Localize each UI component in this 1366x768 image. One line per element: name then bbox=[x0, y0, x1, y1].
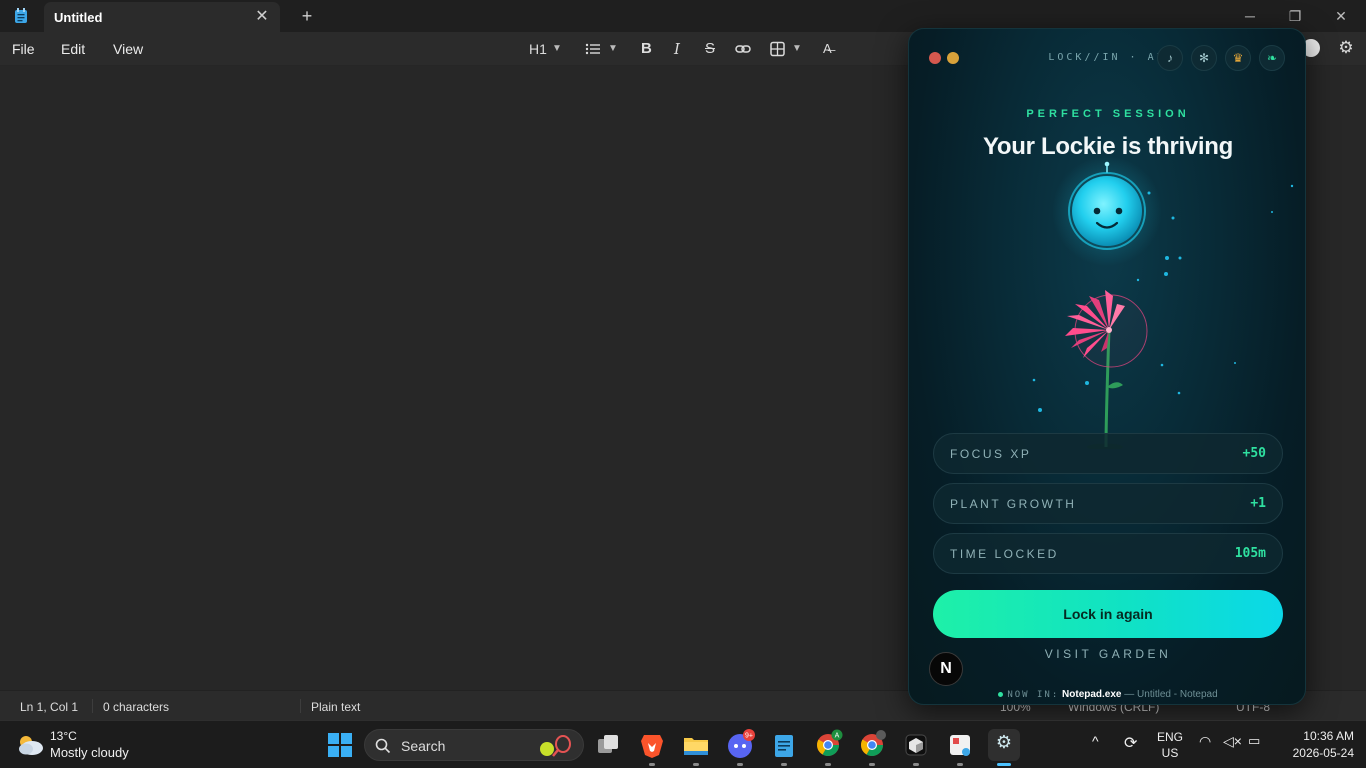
flower-plant[interactable] bbox=[1065, 290, 1148, 449]
tab-untitled[interactable]: Untitled ✕ bbox=[44, 2, 280, 32]
chevron-down-icon[interactable]: ▼ bbox=[552, 40, 562, 58]
trophy-icon[interactable]: ♛ bbox=[1225, 45, 1251, 71]
lockin-taskbar-button[interactable]: ⚙ bbox=[988, 729, 1020, 761]
link-icon[interactable] bbox=[735, 40, 751, 58]
close-dot[interactable] bbox=[929, 52, 941, 64]
stat-focus-xp: FOCUS XP +50 bbox=[933, 433, 1283, 474]
clock-time[interactable]: 10:36 AM bbox=[1284, 729, 1354, 743]
italic-icon[interactable]: I bbox=[674, 40, 680, 58]
running-indicator bbox=[693, 763, 699, 766]
orb-antenna-tip bbox=[1104, 161, 1110, 167]
leaf-icon[interactable]: ❧ bbox=[1259, 45, 1285, 71]
lockie-mascot[interactable] bbox=[1072, 176, 1142, 246]
language-region[interactable]: US bbox=[1150, 746, 1190, 760]
cursor-position: Ln 1, Col 1 bbox=[20, 700, 79, 714]
active-window-title: — Untitled - Notepad bbox=[1124, 689, 1218, 700]
file-explorer-icon[interactable] bbox=[680, 729, 712, 761]
stat-label: TIME LOCKED bbox=[950, 547, 1059, 561]
gear-icon[interactable]: ⚙ bbox=[1336, 38, 1356, 58]
notepad-taskbar-icon[interactable] bbox=[768, 729, 800, 761]
active-app-footer: NOW IN: Notepad.exe — Untitled - Notepad bbox=[909, 689, 1305, 700]
session-status: PERFECT SESSION bbox=[1026, 108, 1190, 120]
search-icon bbox=[375, 738, 391, 754]
chevron-down-icon[interactable]: ▼ bbox=[792, 40, 802, 58]
stat-time-locked: TIME LOCKED 105m bbox=[933, 533, 1283, 574]
running-indicator bbox=[825, 763, 831, 766]
task-view-icon[interactable] bbox=[592, 729, 624, 761]
lockie-right-eye bbox=[1115, 207, 1123, 215]
minimize-icon[interactable]: ─ bbox=[1240, 6, 1260, 26]
menu-edit[interactable]: Edit bbox=[61, 41, 85, 57]
spellcheck-icon[interactable]: A̶ bbox=[823, 40, 832, 58]
close-tab-icon[interactable]: ✕ bbox=[252, 7, 272, 27]
tennis-racket-icon bbox=[540, 735, 571, 757]
notepad-app-icon bbox=[15, 8, 27, 23]
running-indicator bbox=[957, 763, 963, 766]
taskbar: 13°C Mostly cloudy Search 9+ A ⚙ ^ ⟳ ENG… bbox=[0, 720, 1366, 768]
text-format[interactable]: Plain text bbox=[311, 700, 360, 714]
windows-start-icon[interactable] bbox=[324, 729, 356, 761]
running-indicator bbox=[781, 763, 787, 766]
running-indicator bbox=[649, 763, 655, 766]
battery-icon[interactable]: ▭ bbox=[1248, 733, 1260, 749]
stat-value: +50 bbox=[1242, 446, 1266, 461]
stat-plant-growth: PLANT GROWTH +1 bbox=[933, 483, 1283, 524]
now-in-label: NOW IN: bbox=[1007, 690, 1060, 700]
chevron-up-icon[interactable]: ^ bbox=[1092, 733, 1099, 749]
chrome-profile-icon[interactable] bbox=[856, 729, 888, 761]
next-badge-icon[interactable]: N bbox=[929, 652, 963, 686]
list-icon[interactable] bbox=[585, 40, 601, 58]
status-divider bbox=[300, 699, 301, 713]
status-divider bbox=[92, 699, 93, 713]
lockin-app-icon: ⚙ bbox=[995, 732, 1013, 752]
cloud-icon[interactable] bbox=[16, 734, 44, 756]
stat-value: +1 bbox=[1250, 496, 1266, 511]
running-indicator bbox=[737, 763, 743, 766]
menu-file[interactable]: File bbox=[12, 41, 35, 57]
window-close-icon[interactable]: ✕ bbox=[1331, 6, 1351, 26]
lock-in-again-button[interactable]: Lock in again bbox=[933, 590, 1283, 638]
table-icon[interactable] bbox=[770, 40, 785, 58]
snipping-tool-icon[interactable] bbox=[944, 729, 976, 761]
stat-value: 105m bbox=[1234, 546, 1266, 561]
discord-icon[interactable]: 9+ bbox=[724, 729, 756, 761]
speaker-muted-icon[interactable]: ◁× bbox=[1223, 733, 1242, 750]
clock-date[interactable]: 2026-05-24 bbox=[1284, 746, 1354, 760]
running-indicator bbox=[913, 763, 919, 766]
restore-icon[interactable]: ❐ bbox=[1285, 6, 1305, 26]
strikethrough-icon[interactable]: S bbox=[705, 40, 715, 58]
lockin-widget: LOCK//IN · AI ♪ ✻ ♛ ❧ PERFECT SESSION Yo… bbox=[908, 28, 1306, 705]
weather-condition[interactable]: Mostly cloudy bbox=[50, 745, 129, 760]
search-placeholder: Search bbox=[401, 738, 446, 754]
cube-app-icon[interactable] bbox=[900, 729, 932, 761]
new-tab-button[interactable]: + bbox=[296, 6, 318, 28]
brave-browser-icon[interactable] bbox=[636, 729, 668, 761]
running-indicator bbox=[869, 763, 875, 766]
gear-icon[interactable]: ✻ bbox=[1191, 45, 1217, 71]
wifi-icon[interactable]: ◠ bbox=[1199, 733, 1211, 750]
menu-view[interactable]: View bbox=[113, 41, 143, 57]
chrome-profile-badge: A bbox=[835, 733, 840, 740]
character-count: 0 characters bbox=[103, 700, 170, 714]
sync-icon[interactable]: ⟳ bbox=[1124, 733, 1137, 753]
stat-label: PLANT GROWTH bbox=[950, 497, 1077, 511]
lockie-left-eye bbox=[1093, 207, 1101, 215]
stat-label: FOCUS XP bbox=[950, 447, 1032, 461]
visit-garden-link[interactable]: VISIT GARDEN bbox=[909, 647, 1305, 661]
minimize-dot[interactable] bbox=[947, 52, 959, 64]
chrome-icon[interactable]: A bbox=[812, 729, 844, 761]
active-app-name: Notepad.exe bbox=[1062, 689, 1122, 700]
live-dot-icon bbox=[998, 691, 1004, 697]
discord-badge: 9+ bbox=[745, 733, 753, 740]
speaker-icon[interactable]: ♪ bbox=[1157, 45, 1183, 71]
search-input[interactable]: Search bbox=[364, 729, 584, 761]
chevron-down-icon[interactable]: ▼ bbox=[608, 40, 618, 58]
heading-dropdown[interactable]: H1 bbox=[529, 40, 547, 58]
active-app-indicator bbox=[997, 763, 1011, 766]
weather-temp[interactable]: 13°C bbox=[50, 729, 77, 743]
garden-scene bbox=[1032, 156, 1294, 449]
language-indicator[interactable]: ENG bbox=[1150, 730, 1190, 744]
bold-icon[interactable]: B bbox=[641, 40, 652, 58]
tab-title: Untitled bbox=[54, 10, 103, 25]
